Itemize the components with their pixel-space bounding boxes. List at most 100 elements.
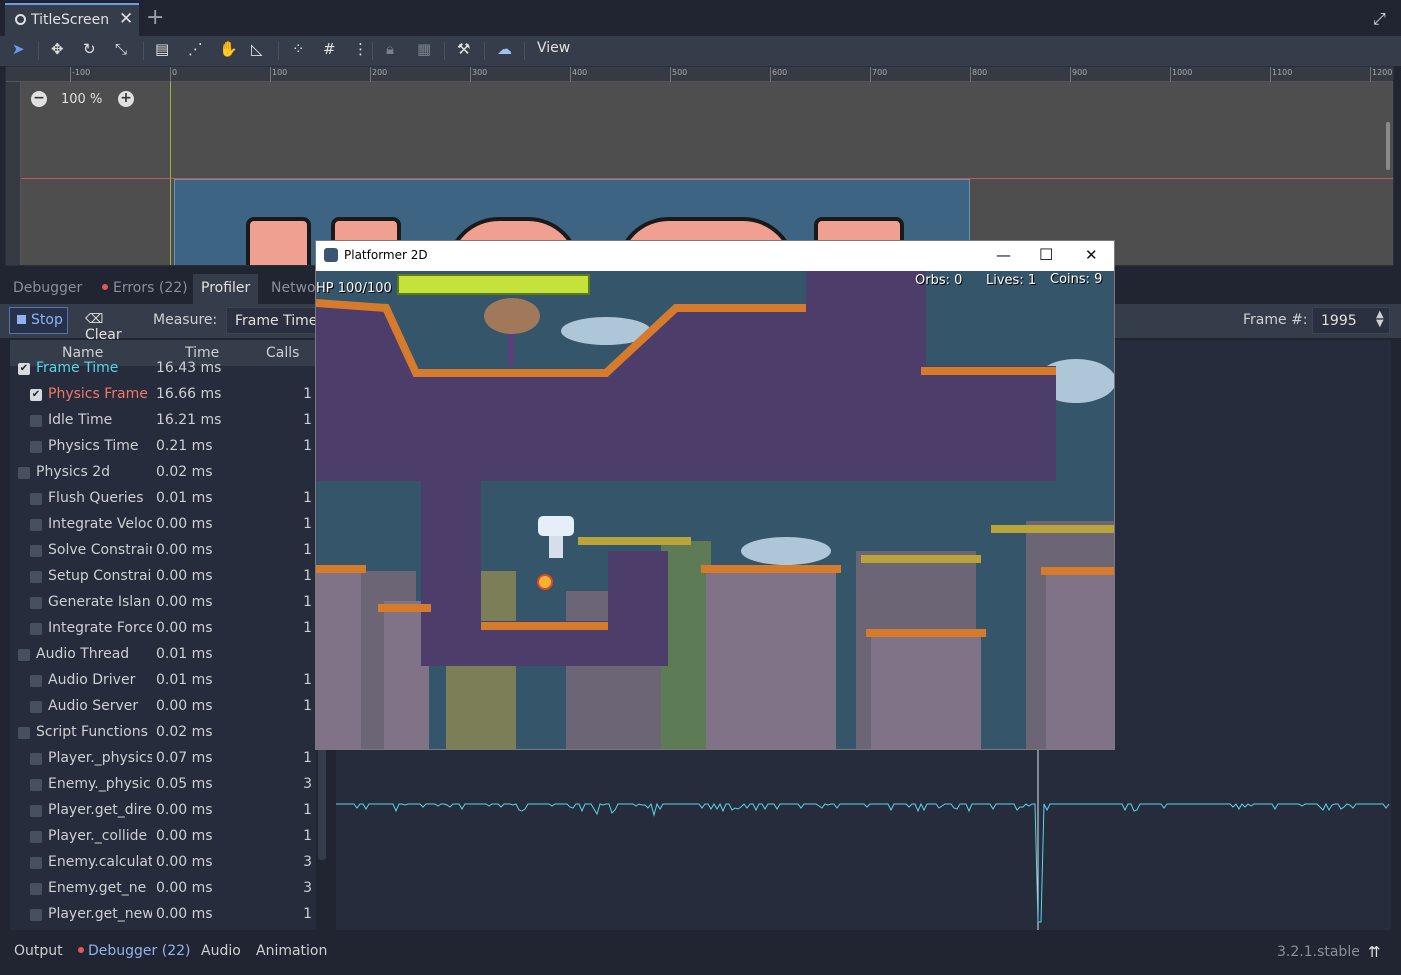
game-window[interactable]: Platformer 2D — ☐ ✕ HP 100/100 Orbs: 0 L…: [315, 240, 1115, 750]
zoom-in-button[interactable]: +: [118, 91, 134, 107]
row-checkbox[interactable]: [18, 467, 30, 479]
row-checkbox[interactable]: [30, 545, 42, 557]
close-icon[interactable]: ✕: [119, 9, 133, 29]
stop-button[interactable]: Stop: [9, 307, 68, 334]
tab-output[interactable]: Output: [14, 943, 63, 959]
profiler-row[interactable]: Setup Constrai 0.00 ms 1: [10, 564, 316, 590]
row-name: Integrate Veloc: [48, 516, 152, 532]
profiler-row[interactable]: Enemy.get_ne 0.00 ms 3: [10, 876, 316, 902]
profiler-row[interactable]: Physics Time 0.21 ms 1: [10, 434, 316, 460]
particles-icon[interactable]: ☁: [497, 42, 512, 57]
profiler-row[interactable]: Audio Thread 0.01 ms: [10, 642, 316, 668]
canvas-viewport[interactable]: -100 0 100 200 300 400 500 600 700 800 900 1000 1100…: [5, 66, 1394, 266]
rotate-icon[interactable]: ↻: [83, 42, 96, 57]
more-options-icon[interactable]: ⋮: [353, 42, 368, 57]
add-tab-icon[interactable]: +: [146, 5, 164, 30]
spinner-arrows-icon[interactable]: ▲ ▼: [1376, 310, 1384, 329]
profiler-row[interactable]: Audio Driver 0.01 ms 1: [10, 668, 316, 694]
profiler-row[interactable]: ✔ Physics Frame 16.66 ms 1: [10, 382, 316, 408]
row-checkbox[interactable]: [30, 571, 42, 583]
profiler-row[interactable]: Integrate Force 0.00 ms 1: [10, 616, 316, 642]
row-checkbox[interactable]: ✔: [30, 389, 42, 401]
smart-snap-icon[interactable]: ⁘: [292, 42, 305, 57]
viewport-scrollbar[interactable]: [1386, 122, 1390, 170]
tab-debugger-bottom[interactable]: Debugger (22): [78, 943, 190, 959]
select-icon[interactable]: ➤: [12, 42, 25, 57]
profiler-row[interactable]: ✔ Frame Time 16.43 ms: [10, 356, 316, 382]
grid-snap-icon[interactable]: #: [323, 42, 336, 57]
lock-icon[interactable]: 🔒︎: [386, 42, 394, 57]
profiler-row[interactable]: Script Functions 0.02 ms: [10, 720, 316, 746]
tab-errors[interactable]: Errors (22): [94, 274, 196, 304]
row-checkbox[interactable]: [30, 883, 42, 895]
row-checkbox[interactable]: [30, 909, 42, 921]
profiler-row[interactable]: Player.get_dire 0.00 ms 1: [10, 798, 316, 824]
tab-debugger[interactable]: Debugger: [5, 274, 90, 304]
clear-button[interactable]: ⌫Clear: [77, 307, 142, 343]
profiler-row[interactable]: Integrate Veloc 0.00 ms 1: [10, 512, 316, 538]
profiler-row[interactable]: Player._physics 0.07 ms 1: [10, 746, 316, 772]
zoom-level[interactable]: 100 %: [61, 92, 102, 107]
bone-icon[interactable]: ⚒: [457, 42, 470, 57]
row-checkbox[interactable]: [30, 753, 42, 765]
lives-counter: Lives: 1: [986, 273, 1037, 288]
row-calls: 3: [303, 854, 312, 870]
minimize-icon[interactable]: —: [996, 246, 1011, 264]
ruler-label: 100: [272, 68, 288, 77]
window-titlebar[interactable]: Platformer 2D — ☐ ✕: [316, 241, 1114, 271]
row-checkbox[interactable]: [30, 857, 42, 869]
expand-icon[interactable]: ⤢: [1373, 9, 1386, 29]
row-checkbox[interactable]: [18, 649, 30, 661]
group-icon[interactable]: ▦: [417, 42, 431, 57]
profiler-tree[interactable]: Name Time Calls ✔ Frame Time 16.43 ms ✔ Phys…: [10, 340, 316, 930]
zoom-out-button[interactable]: −: [31, 91, 47, 107]
close-window-icon[interactable]: ✕: [1085, 246, 1098, 264]
row-checkbox[interactable]: [30, 415, 42, 427]
row-checkbox[interactable]: [30, 519, 42, 531]
scene-tab-label: TitleScreen: [31, 12, 110, 28]
cloud: [741, 537, 831, 565]
row-time: 16.21 ms: [156, 412, 222, 428]
game-viewport[interactable]: HP 100/100 Orbs: 0 Lives: 1 Coins: 9: [316, 271, 1114, 749]
measure-select[interactable]: Frame Time: [226, 307, 321, 334]
pin-panel-icon[interactable]: ⇈: [1368, 943, 1381, 961]
row-checkbox[interactable]: [30, 597, 42, 609]
profiler-row[interactable]: Enemy.calculat 0.00 ms 3: [10, 850, 316, 876]
profiler-row[interactable]: Physics 2d 0.02 ms: [10, 460, 316, 486]
row-checkbox[interactable]: ✔: [18, 363, 30, 375]
row-checkbox[interactable]: [30, 441, 42, 453]
profiler-row[interactable]: Flush Queries 0.01 ms 1: [10, 486, 316, 512]
ruler-tick: [870, 67, 871, 82]
list-select-icon[interactable]: ▤: [155, 42, 169, 57]
measure-label: Measure:: [153, 312, 218, 328]
ruler-icon[interactable]: ◺: [251, 42, 263, 57]
pivot-icon[interactable]: ⋰: [188, 42, 203, 57]
row-time: 0.00 ms: [156, 854, 213, 870]
row-checkbox[interactable]: [30, 701, 42, 713]
profiler-row[interactable]: Audio Server 0.00 ms 1: [10, 694, 316, 720]
ruler-label: 800: [972, 68, 988, 77]
row-checkbox[interactable]: [30, 805, 42, 817]
profiler-row[interactable]: Idle Time 16.21 ms 1: [10, 408, 316, 434]
tab-audio[interactable]: Audio: [201, 943, 241, 959]
row-checkbox[interactable]: [18, 727, 30, 739]
profiler-row[interactable]: Player._collide 0.00 ms 1: [10, 824, 316, 850]
profiler-row[interactable]: Solve Constrain 0.00 ms 1: [10, 538, 316, 564]
scale-icon[interactable]: ⤡: [115, 42, 127, 57]
tab-animation[interactable]: Animation: [256, 943, 327, 959]
move-icon[interactable]: ✥: [51, 42, 64, 57]
row-checkbox[interactable]: [30, 675, 42, 687]
row-checkbox[interactable]: [30, 831, 42, 843]
row-calls: 1: [303, 516, 312, 532]
separator: [372, 42, 373, 60]
pan-icon[interactable]: ✋: [219, 42, 238, 57]
profiler-row[interactable]: Generate Islan 0.00 ms 1: [10, 590, 316, 616]
profiler-row[interactable]: Player.get_new 0.00 ms 1: [10, 902, 316, 928]
view-menu[interactable]: View: [537, 40, 570, 56]
tab-profiler[interactable]: Profiler: [193, 274, 259, 304]
profiler-row[interactable]: Enemy._physic 0.05 ms 3: [10, 772, 316, 798]
row-checkbox[interactable]: [30, 623, 42, 635]
row-checkbox[interactable]: [30, 493, 42, 505]
row-checkbox[interactable]: [30, 779, 42, 791]
maximize-icon[interactable]: ☐: [1039, 245, 1053, 264]
